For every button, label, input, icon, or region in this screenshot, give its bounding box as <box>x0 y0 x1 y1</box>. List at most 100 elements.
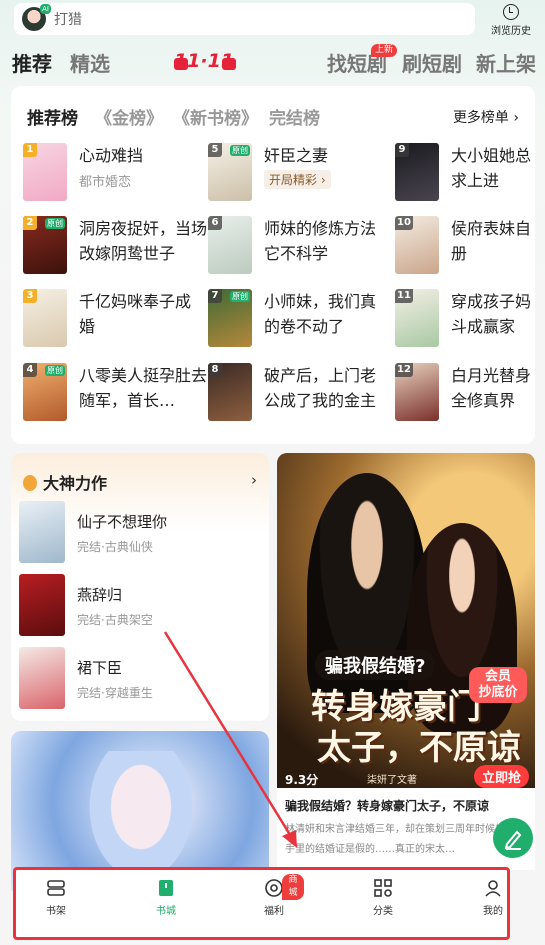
chevron-right-icon[interactable]: › <box>251 471 257 489</box>
master-book-genre: 完结·穿越重生 <box>77 686 153 700</box>
rank-title: 师妹的修炼方法它不科学 <box>264 219 377 263</box>
bookstore-icon <box>156 878 176 898</box>
rank-genre: 都市婚恋 <box>79 175 132 190</box>
book-cover: 5 原创 <box>208 143 252 201</box>
bottom-nav-welfare[interactable]: 商城 福利 <box>244 874 304 917</box>
ranking-card: 推荐榜 《金榜》 《新书榜》 完结榜 更多榜单 › 1 心动难挡 都市婚恋 2 … <box>11 86 535 444</box>
book-cover: 9 <box>395 143 439 201</box>
pen-icon[interactable] <box>493 818 533 858</box>
tab-featured[interactable]: 精选 <box>70 48 110 77</box>
rank-item[interactable]: 7 原创 小师妹，我们真的卷不动了 <box>208 289 384 351</box>
book-cover: 11 <box>395 289 439 347</box>
book-cover: 6 <box>208 216 252 274</box>
vip-price-badge: 会员 抄底价 <box>469 667 527 703</box>
book-cover <box>19 574 65 636</box>
bottom-nav-bookshelf[interactable]: 书架 <box>26 878 86 917</box>
rank-item[interactable]: 8 破产后，上门老公成了我的金主 <box>208 363 384 425</box>
opening-tag[interactable]: 开局精彩 › <box>264 170 331 189</box>
tab-recommend[interactable]: 推荐 <box>12 48 52 77</box>
rank-title: 奸臣之妻 <box>264 146 329 165</box>
master-book-title: 裙下臣 <box>77 659 123 677</box>
ai-badge: AI <box>40 4 51 14</box>
book-cover: 2 原创 <box>23 216 67 274</box>
bottom-nav: 书架 书城 商城 福利 分类 我的 <box>13 867 510 940</box>
history-label: 浏览历史 <box>491 26 531 37</box>
book-cover <box>19 647 65 709</box>
rank-item[interactable]: 10 侯府表妹自册 <box>395 216 535 278</box>
master-book-item[interactable]: 仙子不想理你 完结·古典仙侠 <box>19 501 259 563</box>
top-nav: 推荐 精选 11·11 找短剧 上新 刷短剧 新上架 <box>0 44 545 80</box>
rank-number: 5 <box>208 143 222 157</box>
vip-label: 会员 <box>484 669 511 684</box>
buy-now-button[interactable]: 立即抢 <box>473 765 529 788</box>
rank-item[interactable]: 6 师妹的修炼方法它不科学 <box>208 216 384 278</box>
clock-icon <box>503 4 519 20</box>
promo-book-cover[interactable]: 骗我假结婚? 转身嫁豪门 太子，不原谅 9.3分 柒妍了文著 会员 抄底价 立即… <box>277 453 535 788</box>
rank-title: 千亿妈咪奉子成婚 <box>79 292 192 336</box>
price-label: 抄底价 <box>478 685 518 700</box>
cover-title-line2: 太子，不原谅 <box>317 728 521 768</box>
bottom-nav-profile[interactable]: 我的 <box>463 878 523 917</box>
rank-number: 12 <box>395 363 413 377</box>
masters-title: 大神力作 <box>43 474 108 493</box>
book-cover <box>19 501 65 563</box>
masters-card: 大神力作 › 仙子不想理你 完结·古典仙侠 燕辞归 完结·古典架空 裙下臣 完结… <box>11 453 269 721</box>
master-book-item[interactable]: 裙下臣 完结·穿越重生 <box>19 647 259 709</box>
rank-number: 7 <box>208 289 222 303</box>
rank-number: 3 <box>23 289 37 303</box>
rank-item[interactable]: 9 大小姐她总求上进 <box>395 143 535 205</box>
rank-title: 大小姐她总求上进 <box>451 146 532 190</box>
bottom-nav-category[interactable]: 分类 <box>353 878 413 917</box>
original-badge: 原创 <box>230 291 250 302</box>
tab-watch-short-drama[interactable]: 刷短剧 <box>402 48 462 77</box>
rank-tab-recommend[interactable]: 推荐榜 <box>27 104 78 129</box>
rank-number: 6 <box>208 216 222 230</box>
original-badge: 原创 <box>230 145 250 156</box>
rank-item[interactable]: 12 白月光替身全修真界 <box>395 363 535 425</box>
master-book-title: 仙子不想理你 <box>77 513 168 531</box>
promo-book-title: 骗我假结婚？转身嫁豪门太子，不原谅 <box>285 799 490 813</box>
bottom-nav-label: 书架 <box>46 906 66 917</box>
rank-title: 洞房夜捉奸，当场改嫁阴鸷世子 <box>79 219 208 263</box>
rank-number: 11 <box>395 289 413 303</box>
rank-item[interactable]: 4 原创 八零美人挺孕肚去随军，首长… <box>23 363 207 425</box>
rank-title: 八零美人挺孕肚去随军，首长… <box>79 366 208 410</box>
masters-heading[interactable]: 大神力作 <box>23 470 107 494</box>
book-cover: 8 <box>208 363 252 421</box>
book-author: 柒妍了文著 <box>367 775 417 786</box>
rank-item[interactable]: 5 原创 奸臣之妻 开局精彩 › <box>208 143 384 205</box>
master-book-title: 燕辞归 <box>77 586 123 604</box>
original-badge: 原创 <box>45 218 65 229</box>
rank-tab-completed[interactable]: 完结榜 <box>269 104 320 129</box>
rank-number: 4 <box>23 363 37 377</box>
category-icon <box>373 878 393 898</box>
rank-number: 9 <box>395 143 409 157</box>
new-badge: 上新 <box>371 44 398 57</box>
rank-title: 侯府表妹自册 <box>451 219 532 263</box>
master-book-genre: 完结·古典仙侠 <box>77 540 153 554</box>
ai-avatar-icon[interactable]: AI <box>22 4 51 31</box>
bookshelf-icon <box>46 878 66 898</box>
welfare-icon <box>264 878 284 898</box>
more-ranks-link[interactable]: 更多榜单 › <box>453 107 519 127</box>
rank-item[interactable]: 3 千亿妈咪奉子成婚 <box>23 289 199 351</box>
rank-title: 破产后，上门老公成了我的金主 <box>264 366 377 410</box>
rank-title: 白月光替身全修真界 <box>451 366 532 410</box>
profile-icon <box>483 878 503 898</box>
rank-item[interactable]: 2 原创 洞房夜捉奸，当场改嫁阴鸷世子 <box>23 216 207 278</box>
tab-new-arrivals[interactable]: 新上架 <box>476 48 536 77</box>
history-button[interactable]: 浏览历史 <box>487 4 535 37</box>
rank-tab-new[interactable]: 《新书榜》 <box>173 104 258 129</box>
pen-icon-graphic <box>504 830 522 850</box>
cover-headline: 骗我假结婚? <box>315 650 436 680</box>
book-score: 9.3分 <box>285 773 319 787</box>
rank-item[interactable]: 1 心动难挡 都市婚恋 <box>23 143 199 205</box>
bottom-nav-bookstore[interactable]: 书城 <box>136 878 196 917</box>
rank-tab-gold[interactable]: 《金榜》 <box>95 104 163 129</box>
search-bar[interactable]: AI 打猎 <box>14 3 475 35</box>
rank-number: 2 <box>23 216 37 230</box>
master-book-item[interactable]: 燕辞归 完结·古典架空 <box>19 574 259 636</box>
search-input[interactable]: 打猎 <box>54 9 82 29</box>
bottom-nav-label: 分类 <box>373 906 393 917</box>
rank-item[interactable]: 11 穿成孩子妈斗成赢家 <box>395 289 535 351</box>
